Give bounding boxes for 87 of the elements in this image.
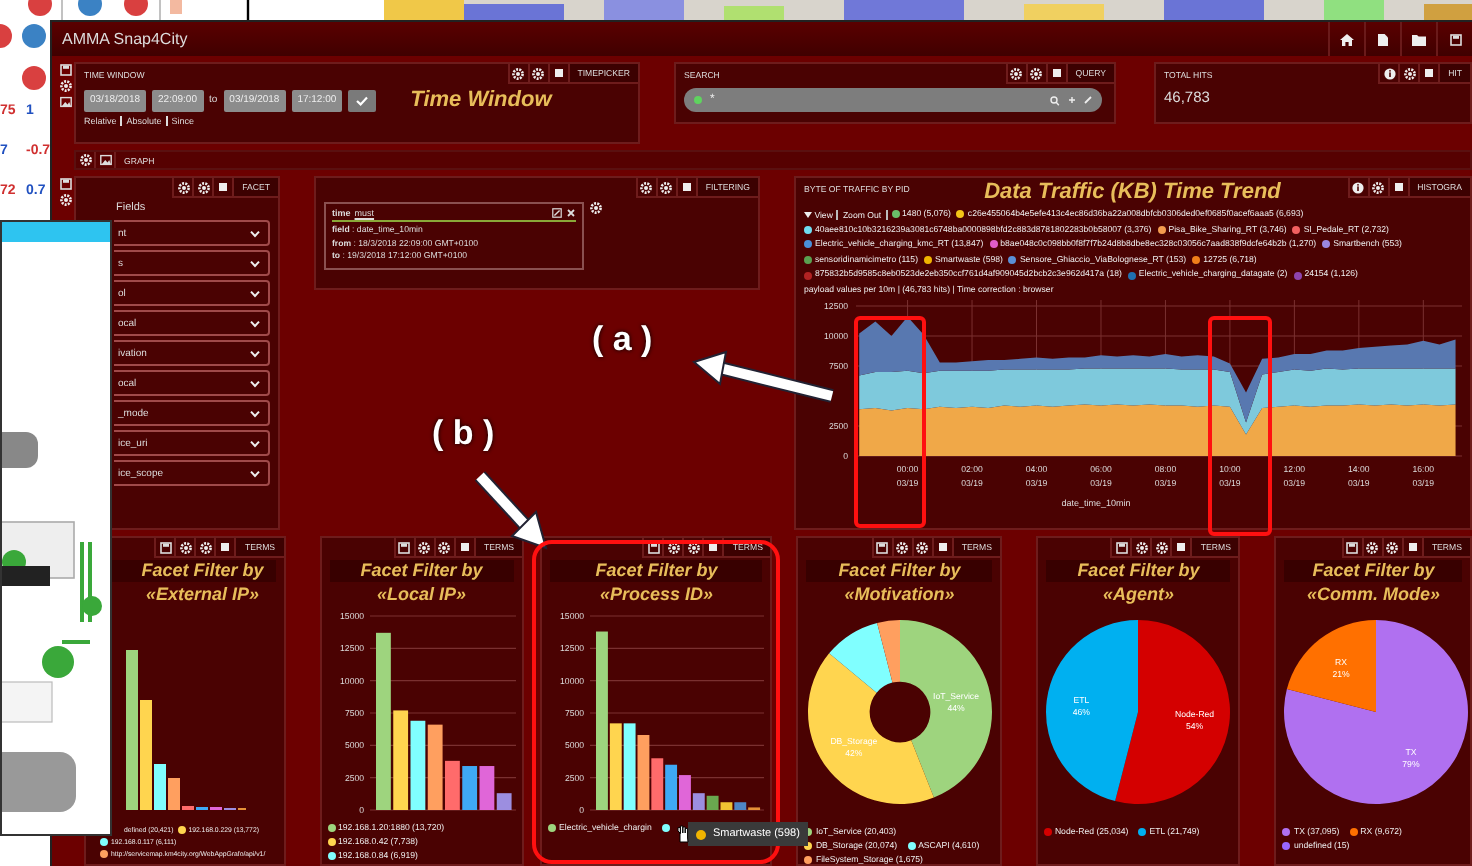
image-icon[interactable] [96, 152, 116, 168]
gear-icon[interactable] [433, 538, 454, 558]
chevron-icon [250, 379, 260, 387]
pie-slice[interactable] [807, 653, 934, 804]
gear-icon[interactable] [1398, 64, 1419, 84]
save-icon[interactable] [393, 538, 414, 558]
save-icon[interactable] [1110, 538, 1131, 558]
annotation-label: ( a ) [592, 320, 653, 360]
save-icon[interactable] [154, 538, 175, 558]
gear-icon[interactable] [1005, 64, 1026, 84]
chevron-icon [250, 319, 260, 327]
info-icon[interactable] [1378, 64, 1399, 84]
bar[interactable] [461, 766, 477, 810]
pie-slice[interactable] [876, 620, 900, 683]
pie-slice[interactable] [1287, 620, 1377, 712]
gear-icon[interactable] [662, 538, 683, 558]
bar[interactable] [623, 723, 636, 810]
chevron-icon [250, 439, 260, 447]
gear-icon[interactable] [655, 178, 676, 198]
pie-slice[interactable] [899, 620, 992, 798]
save-icon[interactable] [871, 538, 892, 558]
gear-icon[interactable] [527, 64, 548, 84]
gear-icon[interactable] [911, 538, 932, 558]
bar[interactable] [375, 632, 390, 810]
chevron-icon [250, 409, 260, 417]
gear-icon[interactable] [194, 538, 215, 558]
window-title: AMMA Snap4City [60, 28, 190, 52]
gear-icon[interactable] [192, 178, 213, 198]
bar[interactable] [495, 793, 511, 810]
panel-subtitle: «Process ID» [597, 582, 715, 606]
gear-icon[interactable] [682, 538, 703, 558]
check-icon [356, 95, 369, 105]
gear-icon[interactable] [413, 538, 434, 558]
chevron-icon [250, 259, 260, 267]
bar[interactable] [426, 724, 442, 810]
gear-icon[interactable] [1361, 538, 1382, 558]
panel-title: Facet Filter by [1045, 560, 1231, 582]
panel-title: Facet Filter by [1284, 560, 1462, 582]
caret-icon [804, 212, 812, 219]
chevron-icon [250, 229, 260, 237]
gear-icon[interactable] [1381, 538, 1402, 558]
bar[interactable] [665, 764, 678, 810]
gear-icon[interactable] [507, 64, 528, 84]
callout-arrow [474, 471, 548, 550]
pie-slice[interactable] [828, 622, 892, 693]
pie-slice[interactable] [1046, 620, 1139, 802]
panel-subtitle: «External IP» [143, 582, 262, 606]
save-icon[interactable] [1341, 538, 1362, 558]
panel-title: Facet Filter by [550, 560, 763, 582]
chart-title: Data Traffic (KB) Time Trend [982, 178, 1283, 204]
chevron-icon [250, 349, 260, 357]
plus-icon[interactable] [1068, 96, 1076, 104]
panel-subtitle: «Agent» [1100, 582, 1176, 606]
close-icon[interactable] [566, 208, 576, 218]
search-icon[interactable] [1050, 95, 1060, 105]
chevron-icon [250, 289, 260, 297]
panel-title: Time Window [410, 88, 552, 112]
edit-icon[interactable] [552, 208, 562, 218]
bar[interactable] [392, 710, 408, 810]
info-icon[interactable] [1347, 178, 1368, 198]
panel-title: Facet Filter by [329, 560, 515, 582]
gear-icon[interactable] [1150, 538, 1171, 558]
panel-subtitle: «Local IP» [375, 582, 469, 606]
gear-icon[interactable] [1367, 178, 1388, 198]
hand-cursor-icon [676, 824, 692, 844]
gear-icon[interactable] [1025, 64, 1046, 84]
chevron-icon [250, 469, 260, 477]
title-bar [2, 222, 110, 242]
annotation-label: ( b ) [432, 414, 495, 454]
gear-icon[interactable] [635, 178, 656, 198]
gear-icon[interactable] [172, 178, 193, 198]
panel-subtitle: «Comm. Mode» [1304, 582, 1442, 606]
gear-icon[interactable] [174, 538, 195, 558]
panel-subtitle: «Motivation» [842, 582, 957, 606]
bar[interactable] [409, 720, 425, 810]
gear-icon[interactable] [891, 538, 912, 558]
bar[interactable] [609, 723, 622, 810]
save-icon[interactable] [642, 538, 663, 558]
pie-slice[interactable] [1115, 620, 1231, 804]
brush-icon[interactable] [1084, 96, 1092, 104]
gear-icon[interactable] [76, 152, 96, 168]
panel-title: Facet Filter by [806, 560, 992, 582]
bar[interactable] [478, 766, 494, 810]
bar[interactable] [444, 760, 459, 810]
gear-icon[interactable] [1130, 538, 1151, 558]
apply-button[interactable] [348, 89, 377, 111]
pie-slice[interactable] [1284, 620, 1469, 804]
